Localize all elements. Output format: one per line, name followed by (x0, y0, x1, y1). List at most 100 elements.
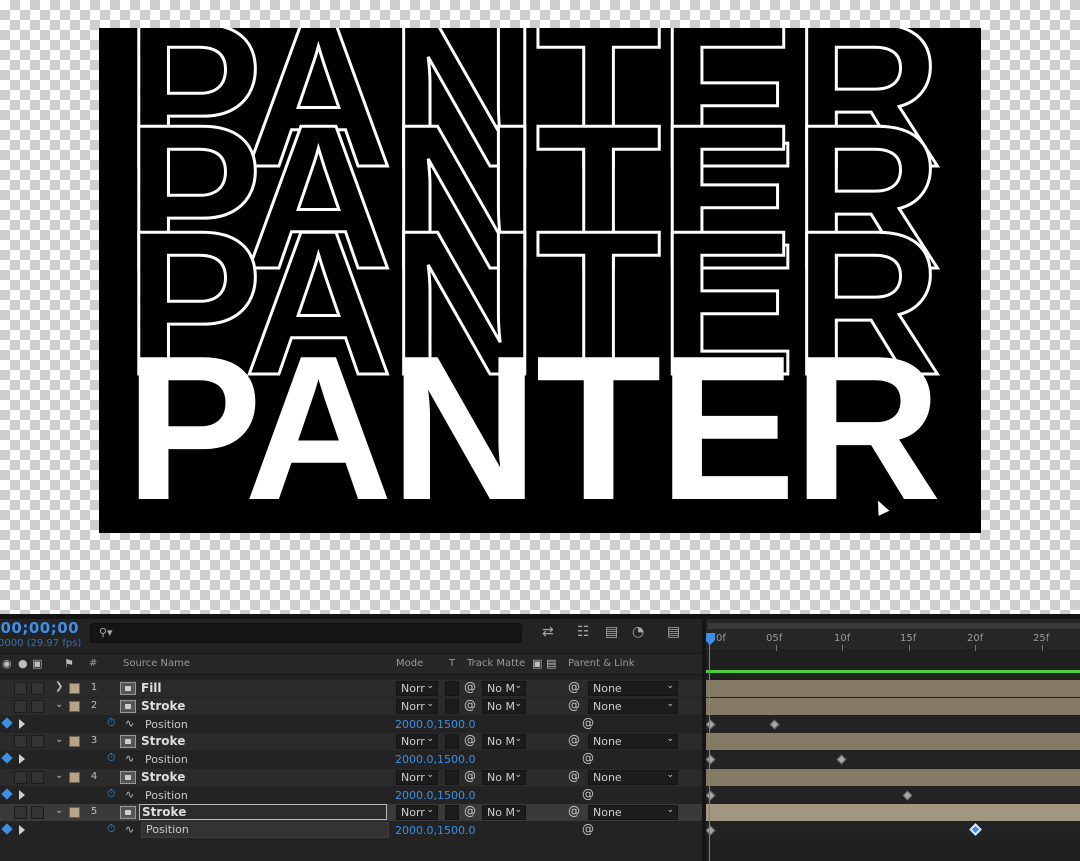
parent-pickwhip-icon[interactable]: @ (568, 680, 580, 694)
expand-chevron-icon[interactable]: ❯ (55, 681, 63, 692)
label-color[interactable] (69, 701, 80, 712)
expression-pickwhip-icon[interactable]: @ (582, 716, 594, 730)
keyframe-icon[interactable] (706, 719, 716, 730)
lock-icon[interactable]: ▣ (32, 657, 42, 670)
solo-switch[interactable] (14, 806, 27, 819)
layer-row-1[interactable]: ❯ 1 Fill Norr ⌄ @ No M ⌄ @ None ⌄ (0, 680, 702, 697)
parent-dropdown[interactable]: None ⌄ (588, 699, 678, 714)
layer-bar-3[interactable] (706, 733, 1080, 750)
stopwatch-icon[interactable]: ⏱ (107, 751, 116, 765)
matte-pickwhip-icon[interactable]: @ (464, 804, 476, 818)
property-value[interactable]: 2000.0,1500.0 (395, 718, 475, 731)
keyframe-icon[interactable] (769, 719, 780, 730)
layer-name[interactable]: Fill (141, 681, 162, 695)
layer-bar-4[interactable] (706, 769, 1080, 786)
keyframe-icon[interactable] (902, 790, 913, 801)
layer-bar-2[interactable] (706, 698, 1080, 715)
selected-keyframe-icon[interactable] (969, 823, 982, 836)
property-value[interactable]: 2000.0,1500.0 (395, 824, 475, 837)
parent-pickwhip-icon[interactable]: @ (568, 769, 580, 783)
layer-name[interactable]: Stroke (139, 804, 387, 820)
work-area-bar[interactable] (708, 623, 1080, 629)
layer-name[interactable]: Stroke (141, 734, 185, 748)
graph-icon[interactable]: ∿ (125, 788, 134, 801)
property-row-position-3[interactable]: ⏱ ∿ Position 2000.0,1500.0 @ (0, 751, 702, 768)
next-keyframe-icon[interactable] (19, 825, 25, 835)
parent-pickwhip-icon[interactable]: @ (568, 733, 580, 747)
parent-pickwhip-icon[interactable]: @ (568, 804, 580, 818)
expression-pickwhip-icon[interactable]: @ (582, 787, 594, 801)
label-color[interactable] (69, 736, 80, 747)
playhead-line[interactable] (709, 633, 710, 861)
column-source-name[interactable]: Source Name (123, 658, 190, 669)
keyframe-navigator-icon[interactable] (1, 823, 13, 835)
next-keyframe-icon[interactable] (19, 754, 25, 764)
graph-icon[interactable]: ∿ (125, 717, 134, 730)
graph-icon[interactable]: ∿ (125, 752, 134, 765)
expression-pickwhip-icon[interactable]: @ (582, 822, 594, 836)
preserve-transparency-toggle[interactable] (445, 805, 459, 820)
label-color[interactable] (69, 807, 80, 818)
lock-switch[interactable] (31, 700, 44, 713)
layer-row-2[interactable]: ⌄ 2 Stroke Norr ⌄ @ No M ⌄ @ None ⌄ (0, 698, 702, 715)
mode-dropdown[interactable]: Norr ⌄ (396, 805, 438, 820)
graph-icon[interactable]: ∿ (125, 823, 134, 836)
track-matte-dropdown[interactable]: No M ⌄ (482, 734, 526, 749)
property-value[interactable]: 2000.0,1500.0 (395, 753, 475, 766)
mode-dropdown[interactable]: Norr ⌄ (396, 699, 438, 714)
frame-blending-icon[interactable]: ▤ (605, 624, 618, 640)
expression-pickwhip-icon[interactable]: @ (582, 751, 594, 765)
stopwatch-icon[interactable]: ⏱ (107, 787, 116, 801)
composition-viewer[interactable]: PANTER PANTER PANTER PANTER (0, 0, 1080, 614)
column-track-matte[interactable]: Track Matte (467, 658, 525, 669)
next-keyframe-icon[interactable] (19, 790, 25, 800)
property-row-position-2[interactable]: ⏱ ∿ Position 2000.0,1500.0 @ (0, 716, 702, 733)
parent-dropdown[interactable]: None ⌄ (588, 681, 678, 696)
solo-switch[interactable] (14, 682, 27, 695)
preserve-transparency-toggle[interactable] (445, 699, 459, 714)
composition-frame[interactable]: PANTER PANTER PANTER PANTER (99, 28, 981, 533)
lock-switch[interactable] (31, 806, 44, 819)
motion-blur-icon[interactable]: ◔ (632, 624, 644, 640)
layer-row-5[interactable]: ⌄ 5 Stroke Norr ⌄ @ No M ⌄ @ None ⌄ (0, 804, 702, 821)
mode-dropdown[interactable]: Norr ⌄ (396, 681, 438, 696)
solo-icon[interactable]: ● (18, 657, 28, 670)
label-tag-icon[interactable]: ⚑ (64, 657, 74, 670)
track-matte-dropdown[interactable]: No M ⌄ (482, 770, 526, 785)
track-matte-dropdown[interactable]: No M ⌄ (482, 699, 526, 714)
column-mode[interactable]: Mode (396, 658, 423, 669)
next-keyframe-icon[interactable] (19, 719, 25, 729)
shy-layers-icon[interactable]: ☷ (577, 624, 590, 640)
parent-dropdown[interactable]: None ⌄ (588, 734, 678, 749)
time-ruler[interactable]: 0f 05f 10f 15f 20f 25f (706, 619, 1080, 651)
property-row-position-4[interactable]: ⏱ ∿ Position 2000.0,1500.0 @ (0, 787, 702, 804)
layer-bar-1[interactable] (706, 680, 1080, 697)
label-color[interactable] (69, 683, 80, 694)
keyframe-navigator-icon[interactable] (1, 788, 13, 800)
keyframe-navigator-icon[interactable] (1, 752, 13, 764)
layer-row-4[interactable]: ⌄ 4 Stroke Norr ⌄ @ No M ⌄ @ None ⌄ (0, 769, 702, 786)
preserve-transparency-toggle[interactable] (445, 734, 459, 749)
collapse-chevron-icon[interactable]: ⌄ (55, 734, 63, 745)
mode-dropdown[interactable]: Norr ⌄ (396, 770, 438, 785)
lock-switch[interactable] (31, 682, 44, 695)
property-value[interactable]: 2000.0,1500.0 (395, 789, 475, 802)
label-color[interactable] (69, 772, 80, 783)
property-row-position-5[interactable]: ⏱ ∿ Position 2000.0,1500.0 @ (0, 822, 702, 839)
parent-dropdown[interactable]: None ⌄ (588, 770, 678, 785)
matte-pickwhip-icon[interactable]: @ (464, 769, 476, 783)
preserve-transparency-toggle[interactable] (445, 770, 459, 785)
mode-dropdown[interactable]: Norr ⌄ (396, 734, 438, 749)
matte-pickwhip-icon[interactable]: @ (464, 698, 476, 712)
keyframe-navigator-icon[interactable] (1, 717, 13, 729)
stopwatch-icon[interactable]: ⏱ (107, 822, 116, 836)
track-matte-dropdown[interactable]: No M ⌄ (482, 681, 526, 696)
time-graph[interactable]: 0f 05f 10f 15f 20f 25f (706, 619, 1080, 861)
layer-row-3[interactable]: ⌄ 3 Stroke Norr ⌄ @ No M ⌄ @ None ⌄ (0, 733, 702, 750)
keyframe-icon[interactable] (706, 754, 716, 765)
layer-name[interactable]: Stroke (141, 770, 185, 784)
lock-switch[interactable] (31, 771, 44, 784)
parent-pickwhip-icon[interactable]: @ (568, 698, 580, 712)
solo-switch[interactable] (14, 700, 27, 713)
keyframe-icon[interactable] (836, 754, 847, 765)
